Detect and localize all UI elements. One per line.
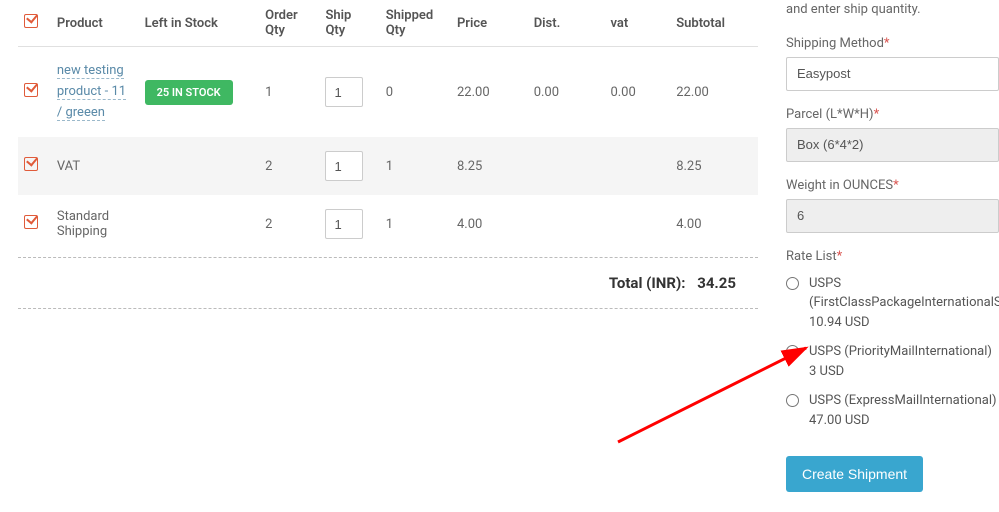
row-checkbox[interactable] [24, 157, 38, 171]
order-qty-cell: 1 [259, 47, 319, 138]
weight-label: Weight in OUNCES* [786, 178, 999, 193]
total-value: 34.25 [697, 274, 736, 292]
price-cell: 8.25 [451, 137, 528, 195]
col-header-dist: Dist. [528, 0, 605, 47]
rate-option-label: USPS (FirstClassPackageInternationalServ… [809, 274, 999, 333]
table-row: VAT 2 1 8.25 8.25 [18, 137, 758, 195]
rate-option[interactable]: USPS (FirstClassPackageInternationalServ… [786, 274, 999, 333]
weight-input[interactable] [786, 199, 999, 233]
create-shipment-button[interactable]: Create Shipment [786, 456, 923, 492]
ship-qty-input[interactable] [325, 209, 363, 239]
dist-cell: 0.00 [528, 47, 605, 138]
rate-radio[interactable] [786, 394, 799, 407]
product-cell: VAT [51, 137, 139, 195]
ship-qty-input[interactable] [325, 77, 363, 107]
rate-list: USPS (FirstClassPackageInternationalServ… [786, 274, 999, 431]
rate-list-label: Rate List* [786, 249, 999, 264]
order-qty-cell: 2 [259, 137, 319, 195]
rate-option-label: USPS (PriorityMailInternational) 3 USD [809, 342, 999, 381]
price-cell: 22.00 [451, 47, 528, 138]
col-header-order-qty: Order Qty [259, 0, 319, 47]
select-all-checkbox[interactable] [24, 14, 38, 28]
col-header-vat: vat [604, 0, 670, 47]
rate-option[interactable]: USPS (ExpressMailInternational) 47.00 US… [786, 391, 999, 430]
parcel-input[interactable] [786, 128, 999, 162]
col-header-price: Price [451, 0, 528, 47]
rate-option[interactable]: USPS (PriorityMailInternational) 3 USD [786, 342, 999, 381]
table-row: new testing product - 11 / greeen 25 IN … [18, 47, 758, 138]
col-header-ship-qty: Ship Qty [319, 0, 379, 47]
col-header-left-in-stock: Left in Stock [139, 0, 260, 47]
rate-radio[interactable] [786, 345, 799, 358]
items-table: Product Left in Stock Order Qty Ship Qty… [18, 0, 758, 253]
total-label: Total (INR): [609, 274, 686, 292]
product-cell: Standard Shipping [51, 195, 139, 253]
parcel-label: Parcel (L*W*H)* [786, 107, 999, 122]
subtotal-cell: 4.00 [670, 195, 758, 253]
order-qty-cell: 2 [259, 195, 319, 253]
product-link[interactable]: new testing product - 11 / greeen [57, 63, 126, 121]
subtotal-cell: 8.25 [670, 137, 758, 195]
col-header-shipped-qty: Shipped Qty [380, 0, 451, 47]
ship-qty-input[interactable] [325, 151, 363, 181]
price-cell: 4.00 [451, 195, 528, 253]
shipped-qty-cell: 1 [380, 137, 451, 195]
col-header-subtotal: Subtotal [670, 0, 758, 47]
row-checkbox[interactable] [24, 215, 38, 229]
shipped-qty-cell: 1 [380, 195, 451, 253]
rate-option-label: USPS (ExpressMailInternational) 47.00 US… [809, 391, 999, 430]
col-header-product: Product [51, 0, 139, 47]
total-row: Total (INR): 34.25 [18, 258, 758, 302]
rate-radio[interactable] [786, 277, 799, 290]
main-panel: Product Left in Stock Order Qty Ship Qty… [0, 0, 770, 512]
shipping-method-label: Shipping Method* [786, 36, 999, 51]
shipping-method-input[interactable] [786, 57, 999, 91]
stock-badge: 25 IN STOCK [145, 80, 233, 105]
vat-cell: 0.00 [604, 47, 670, 138]
subtotal-cell: 22.00 [670, 47, 758, 138]
shipped-qty-cell: 0 [380, 47, 451, 138]
row-checkbox[interactable] [24, 83, 38, 97]
side-intro-text: and enter ship quantity. [786, 0, 999, 20]
table-row: Standard Shipping 2 1 4.00 4.00 [18, 195, 758, 253]
side-panel: and enter ship quantity. Shipping Method… [770, 0, 999, 512]
